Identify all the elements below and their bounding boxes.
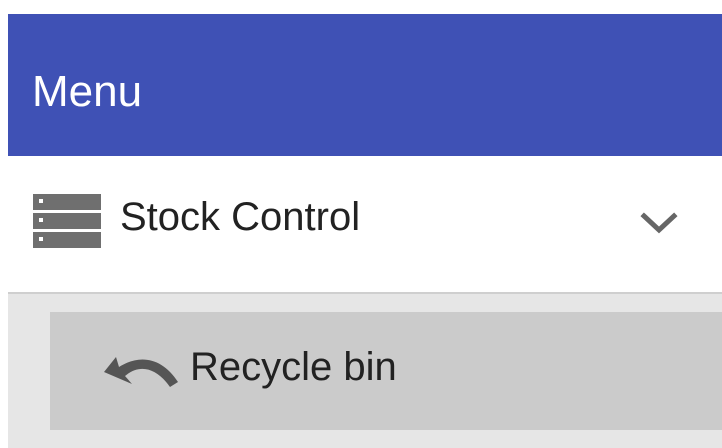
- stock-control-toggle[interactable]: Stock Control: [8, 156, 722, 292]
- chevron-down-icon: [636, 207, 682, 237]
- recycle-bin-item[interactable]: Recycle bin: [50, 312, 722, 430]
- navigation-drawer: Menu Stock Control Recycle bin: [8, 0, 722, 448]
- stock-control-label: Stock Control: [120, 195, 361, 239]
- server-icon: [32, 193, 102, 249]
- recycle-bin-label: Recycle bin: [190, 345, 397, 389]
- stock-control-submenu: Recycle bin: [8, 294, 722, 448]
- undo-arrow-icon: [102, 346, 180, 390]
- menu-title: Menu: [32, 67, 143, 116]
- menu-header: Menu: [8, 14, 722, 156]
